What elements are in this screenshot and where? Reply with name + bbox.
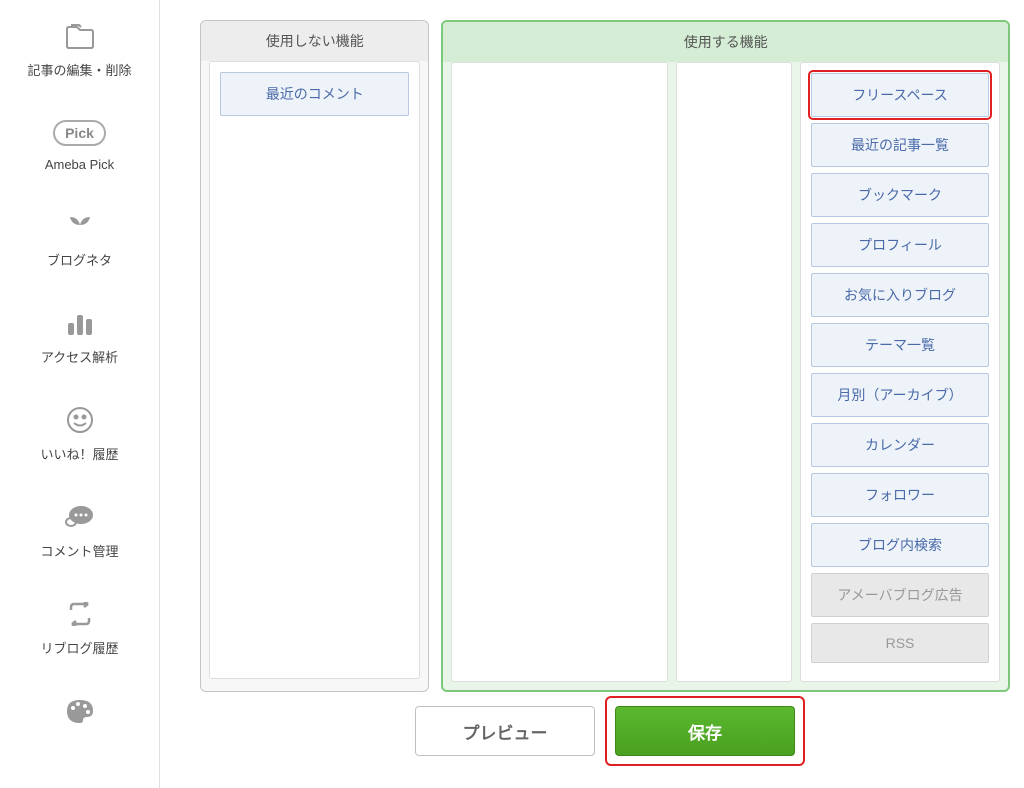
- sidebar-label: アクセス解析: [41, 347, 118, 366]
- sidebar-item-blog-topics[interactable]: ブログネタ: [0, 190, 159, 287]
- feature-calendar[interactable]: カレンダー: [811, 423, 989, 467]
- feature-rss: RSS: [811, 623, 989, 663]
- unused-header: 使用しない機能: [201, 21, 428, 61]
- sprout-icon: [66, 208, 94, 244]
- feature-blog-search[interactable]: ブログ内検索: [811, 523, 989, 567]
- sidebar-label: リブログ履歴: [40, 638, 118, 657]
- feature-theme-list[interactable]: テーマ一覧: [811, 323, 989, 367]
- feature-bookmark[interactable]: ブックマーク: [811, 173, 989, 217]
- feature-profile[interactable]: プロフィール: [811, 223, 989, 267]
- preview-button[interactable]: プレビュー: [415, 706, 595, 756]
- sidebar-label: 記事の編集・削除: [27, 60, 131, 79]
- sidebar-label: Ameba Pick: [45, 157, 114, 172]
- comment-icon: [65, 499, 95, 535]
- feature-ameba-ads: アメーバブログ広告: [811, 573, 989, 617]
- smile-icon: [66, 402, 94, 438]
- sidebar-item-like-history[interactable]: いいね！履歴: [0, 384, 159, 481]
- sidebar-label: いいね！履歴: [40, 444, 118, 463]
- save-button[interactable]: 保存: [615, 706, 795, 756]
- feature-favorite-blogs[interactable]: お気に入りブログ: [811, 273, 989, 317]
- used-header: 使用する機能: [443, 22, 1008, 62]
- used-column-2[interactable]: [676, 62, 792, 682]
- sidebar: 記事の編集・削除 Pick Ameba Pick ブログネタ アクセス解析 いい…: [0, 0, 160, 788]
- sidebar-item-comment-manage[interactable]: コメント管理: [0, 481, 159, 578]
- unused-dropzone[interactable]: 最近のコメント: [209, 61, 420, 679]
- feature-recent-comments[interactable]: 最近のコメント: [220, 72, 409, 116]
- folder-icon: [65, 18, 95, 54]
- pick-icon: Pick: [53, 115, 106, 151]
- sidebar-item-reblog-history[interactable]: リブログ履歴: [0, 578, 159, 675]
- feature-free-space[interactable]: フリースペース: [811, 73, 989, 117]
- sidebar-item-ameba-pick[interactable]: Pick Ameba Pick: [0, 97, 159, 190]
- bars-icon: [66, 305, 94, 341]
- action-buttons: プレビュー 保存: [200, 706, 1010, 756]
- unused-features-panel: 使用しない機能 最近のコメント: [200, 20, 429, 692]
- used-features-panel: 使用する機能 フリースペース 最近の記事一覧 ブックマーク プロフィール お気に…: [441, 20, 1010, 692]
- sidebar-item-analytics[interactable]: アクセス解析: [0, 287, 159, 384]
- sidebar-label: コメント管理: [40, 541, 118, 560]
- sidebar-item-design[interactable]: [0, 675, 159, 753]
- feature-followers[interactable]: フォロワー: [811, 473, 989, 517]
- sidebar-item-edit-posts[interactable]: 記事の編集・削除: [0, 0, 159, 97]
- feature-monthly-archive[interactable]: 月別（アーカイブ）: [811, 373, 989, 417]
- main-content: 使用しない機能 最近のコメント 使用する機能 フリースペース 最近の記事一覧 ブ…: [200, 20, 1010, 756]
- used-column-1[interactable]: [451, 62, 668, 682]
- cycle-icon: [66, 596, 94, 632]
- sidebar-label: ブログネタ: [47, 250, 112, 269]
- used-column-3[interactable]: フリースペース 最近の記事一覧 ブックマーク プロフィール お気に入りブログ テ…: [800, 62, 1000, 682]
- feature-recent-posts[interactable]: 最近の記事一覧: [811, 123, 989, 167]
- palette-icon: [65, 693, 95, 729]
